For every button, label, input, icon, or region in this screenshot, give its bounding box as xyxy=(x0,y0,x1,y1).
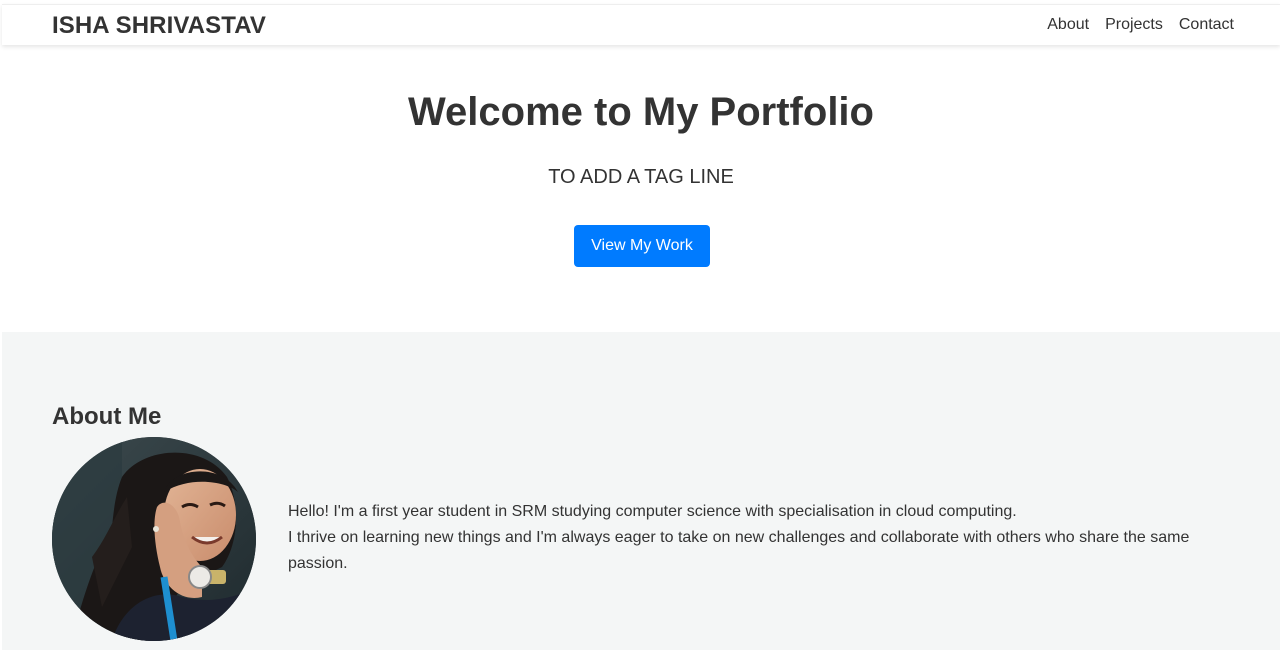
about-paragraph: Hello! I'm a first year student in SRM s… xyxy=(288,503,1017,520)
about-paragraph: I thrive on learning new things and I'm … xyxy=(288,529,1190,572)
nav-link-about[interactable]: About xyxy=(1047,16,1089,34)
about-section: About Me Hello! I'm a first year student… xyxy=(2,332,1280,650)
about-description: Hello! I'm a first year student in SRM s… xyxy=(288,499,1238,577)
main-nav: About Projects Contact xyxy=(1047,16,1234,34)
portfolio-page: ISHA SHRIVASTAV About Projects Contact W… xyxy=(0,0,1280,650)
hero-tagline: TO ADD A TAG LINE xyxy=(548,166,734,188)
nav-link-projects[interactable]: Projects xyxy=(1105,16,1163,34)
site-brand[interactable]: ISHA SHRIVASTAV xyxy=(52,12,266,40)
nav-link-contact[interactable]: Contact xyxy=(1179,16,1234,34)
about-heading: About Me xyxy=(52,403,162,430)
hero-title: Welcome to My Portfolio xyxy=(408,90,874,134)
hero-section: Welcome to My Portfolio TO ADD A TAG LIN… xyxy=(2,45,1280,332)
profile-photo xyxy=(52,437,256,641)
profile-photo-illustration xyxy=(52,437,256,641)
site-header: ISHA SHRIVASTAV About Projects Contact xyxy=(2,4,1280,45)
view-my-work-button[interactable]: View My Work xyxy=(574,225,710,267)
